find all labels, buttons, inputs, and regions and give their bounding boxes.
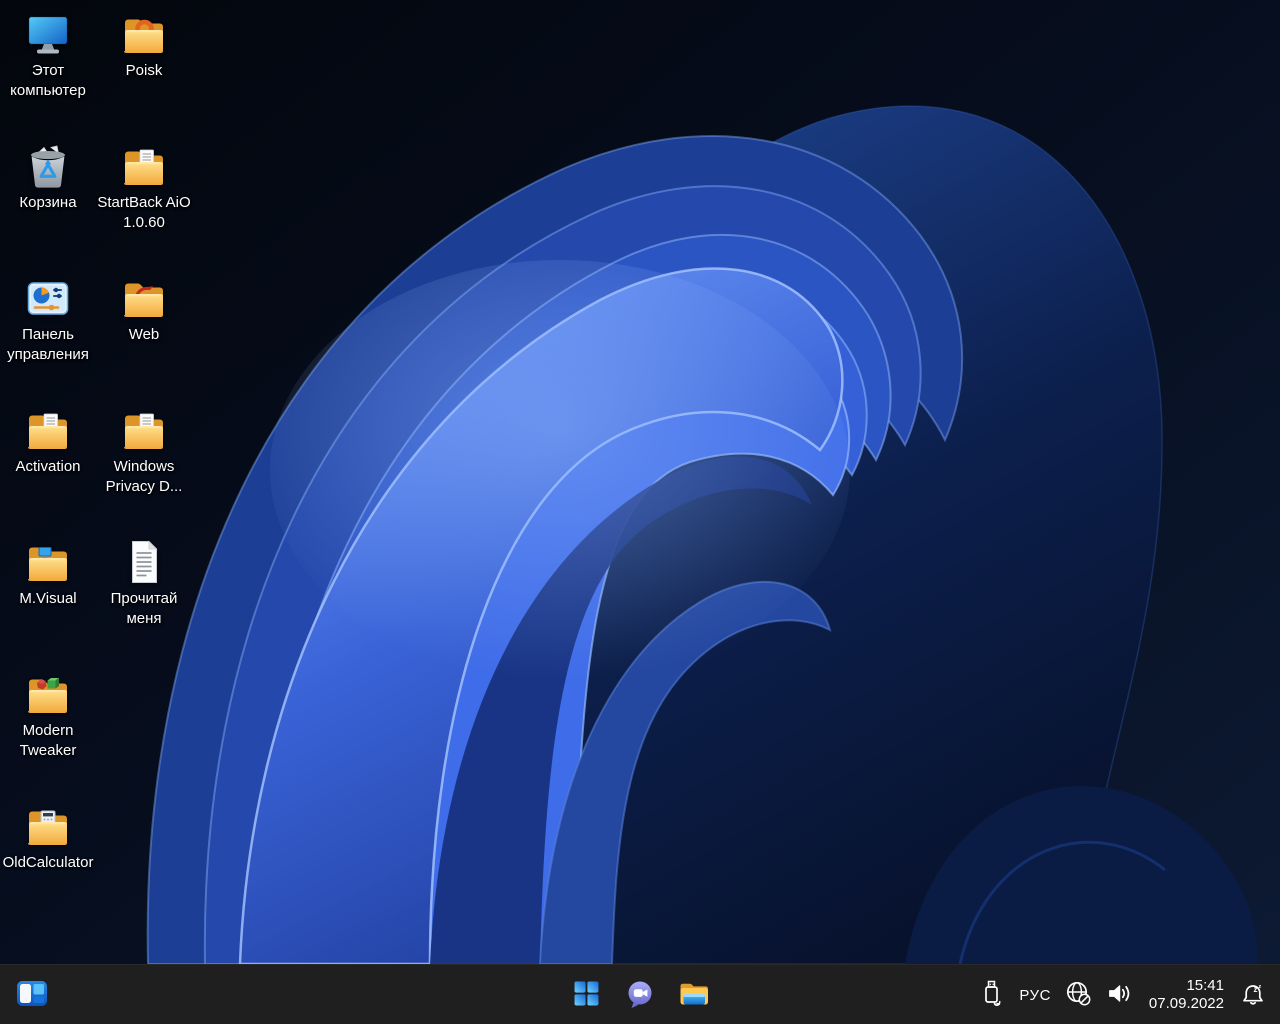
desktop-icon-label: OldCalculator — [2, 854, 94, 871]
desktop-icon-web[interactable]: Web — [96, 274, 192, 345]
usb-safely-remove-icon — [980, 978, 1004, 1013]
speaker-volume-icon — [1106, 982, 1133, 1008]
desktop-icon-label: Modern Tweaker — [19, 722, 77, 759]
svg-text:z: z — [1254, 985, 1258, 994]
desktop-icon-label: StartBack AiO 1.0.60 — [97, 194, 191, 231]
network-tray-button[interactable] — [1061, 973, 1096, 1017]
desktop-background: Этот компьютер Корзина Панель управления… — [0, 0, 1280, 964]
clock-date: 07.09.2022 — [1148, 995, 1224, 1012]
clock-time: 15:41 — [1186, 976, 1224, 994]
recycle-bin-icon — [24, 142, 72, 190]
desktop-icon-label: Poisk — [125, 62, 163, 79]
desktop-icon-this-pc[interactable]: Этот компьютер — [0, 10, 96, 100]
folder-gems-icon — [24, 670, 72, 718]
text-file-icon — [120, 538, 168, 586]
folder-document-icon — [120, 142, 168, 190]
desktop-icon-label: Windows Privacy D... — [105, 458, 183, 495]
svg-text:z: z — [1259, 984, 1262, 990]
desktop-icon-oldcalculator[interactable]: OldCalculator — [0, 802, 96, 873]
folder-document-icon — [24, 406, 72, 454]
language-indicator[interactable]: РУС — [1015, 973, 1055, 1017]
folder-document-icon — [120, 406, 168, 454]
windows-desktop-screen: Этот компьютер Корзина Панель управления… — [0, 0, 1280, 1024]
wallpaper-bloom — [0, 0, 1280, 964]
usb-tray-button[interactable] — [975, 973, 1009, 1017]
desktop-icon-label: Activation — [15, 458, 81, 475]
folder-search-icon — [120, 10, 168, 58]
folder-web-icon — [120, 274, 168, 322]
desktop-icon-windows-privacy[interactable]: Windows Privacy D... — [96, 406, 192, 496]
windows-start-icon — [573, 980, 600, 1010]
desktop-icon-activation[interactable]: Activation — [0, 406, 96, 477]
desktop-icon-label: M.Visual — [19, 590, 77, 607]
desktop-icon-readme[interactable]: Прочитай меня — [96, 538, 192, 628]
desktop-icon-startback-aio[interactable]: StartBack AiO 1.0.60 — [96, 142, 192, 232]
desktop-icon-label: Панель управления — [7, 326, 89, 363]
taskbar: РУС 15:41 07.09.2022 z z — [0, 964, 1280, 1024]
desktop-icon-label: Прочитай меня — [110, 590, 178, 627]
desktop-icon-label: Web — [128, 326, 160, 343]
control-panel-icon — [24, 274, 72, 322]
globe-no-internet-icon — [1065, 980, 1092, 1010]
file-explorer-button[interactable] — [674, 975, 714, 1015]
teams-chat-icon — [625, 979, 655, 1012]
this-pc-icon — [24, 10, 72, 58]
desktop-icon-mvisual[interactable]: M.Visual — [0, 538, 96, 609]
folder-monitor-icon — [24, 538, 72, 586]
notification-bell-button[interactable]: z z — [1236, 973, 1270, 1017]
desktop-icon-poisk[interactable]: Poisk — [96, 10, 192, 81]
volume-tray-button[interactable] — [1102, 973, 1137, 1017]
file-explorer-icon — [678, 980, 710, 1011]
desktop-icon-label: Корзина — [19, 194, 77, 211]
desktop-icon-control-panel[interactable]: Панель управления — [0, 274, 96, 364]
bell-dnd-icon: z z — [1240, 981, 1266, 1010]
desktop-icon-label: Этот компьютер — [10, 62, 86, 99]
desktop-icon-recycle-bin[interactable]: Корзина — [0, 142, 96, 213]
desktop-icon-modern-tweaker[interactable]: Modern Tweaker — [0, 670, 96, 760]
start-button[interactable] — [566, 975, 606, 1015]
clock[interactable]: 15:41 07.09.2022 — [1143, 973, 1230, 1017]
chat-button[interactable] — [620, 975, 660, 1015]
folder-calculator-icon — [24, 802, 72, 850]
